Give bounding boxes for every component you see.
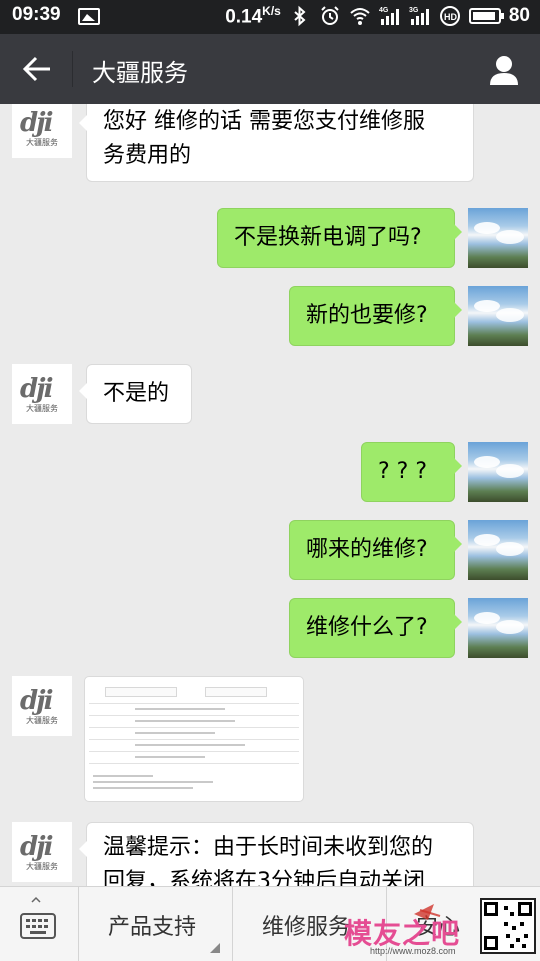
status-time: 09:39 [12,4,61,25]
message-text: 新的也要修? [306,303,428,328]
message-bubble-outgoing[interactable]: 哪来的维修? [289,520,462,580]
network-speed: 0.14K/s [225,4,281,28]
bluetooth-icon [294,5,306,27]
watermark-url: http://www.moz8.com [370,946,456,956]
qr-code [480,898,536,954]
svg-text:3G: 3G [409,7,419,14]
message-text: 哪来的维修? [306,537,428,562]
dji-avatar-subtitle: 大疆服务 [26,404,58,413]
dji-logo: dji [20,832,53,862]
dji-avatar[interactable]: dji 大疆服务 [12,364,72,424]
message-text-line: 您好 维修的话 需要您支付维修服 [103,109,425,134]
message-bubble-incoming[interactable]: 您好 维修的话 需要您支付维修服 务费用的 [79,104,474,182]
header-divider [72,51,73,87]
image-message[interactable] [84,676,304,802]
menu-separator [232,887,233,961]
message-bubble-outgoing[interactable]: 维修什么了? [289,598,462,658]
message-text-line: 温馨提示：由于长时间未收到您的 [103,835,434,860]
message-bubble-incoming[interactable]: 不是的 [79,364,192,424]
svg-text:4G: 4G [379,7,389,14]
message-bubble-outgoing[interactable]: ? ? ? [361,442,462,502]
dji-logo: dji [20,686,53,716]
dji-avatar[interactable]: dji 大疆服务 [12,822,72,882]
back-arrow-icon[interactable] [22,54,54,84]
keyboard-icon [20,913,56,939]
message-bubble-outgoing[interactable]: 不是换新电调了吗? [217,208,462,268]
dji-avatar-subtitle: 大疆服务 [26,862,58,871]
user-avatar[interactable] [468,520,528,580]
user-avatar[interactable] [468,442,528,502]
message-text-line: 务费用的 [103,143,192,168]
caret-up-icon [31,896,41,903]
profile-icon[interactable] [488,54,520,86]
keyboard-toggle-button[interactable] [0,887,78,961]
chat-title: 大疆服务 [92,59,188,87]
message-bubble-incoming[interactable]: 温馨提示：由于长时间未收到您的 回复，系统将在3分钟后自动关闭 [79,822,474,886]
message-bubble-outgoing[interactable]: 新的也要修? [289,286,462,346]
dji-avatar[interactable]: dji 大疆服务 [12,676,72,736]
hd-icon: HD [439,6,460,27]
user-avatar[interactable] [468,208,528,268]
status-bar: 09:39 0.14K/s 4G 3G HD 80 [0,0,540,34]
submenu-indicator-icon [210,943,220,953]
battery-icon [468,8,504,25]
signal-3g-icon: 3G [409,7,429,26]
message-text: 不是的 [103,381,170,406]
image-notification-icon [78,8,100,25]
chat-header: 大疆服务 [0,34,540,104]
dji-avatar-subtitle: 大疆服务 [26,716,58,725]
wifi-icon [350,8,370,26]
alarm-icon [321,6,339,26]
battery-level: 80 [508,5,530,27]
message-text-line: 回复，系统将在3分钟后自动关闭 [103,869,425,886]
status-right: 0.14K/s 4G 3G HD 80 [225,4,530,28]
user-avatar[interactable] [468,598,528,658]
svg-text:HD: HD [444,12,457,22]
message-text: 不是换新电调了吗? [234,225,422,250]
dji-avatar[interactable]: dji 大疆服务 [12,104,72,158]
message-text: ? ? ? [378,459,428,484]
signal-4g-icon: 4G [379,7,399,26]
menu-product-support[interactable]: 产品支持 [108,909,196,941]
user-avatar[interactable] [468,286,528,346]
message-list[interactable]: dji 大疆服务 您好 维修的话 需要您支付维修服 务费用的 不是换新电调了吗?… [0,104,540,886]
menu-separator [78,887,79,961]
dji-logo: dji [20,108,53,138]
dji-logo: dji [20,374,53,404]
message-text: 维修什么了? [306,615,428,640]
dji-avatar-subtitle: 大疆服务 [26,138,58,147]
